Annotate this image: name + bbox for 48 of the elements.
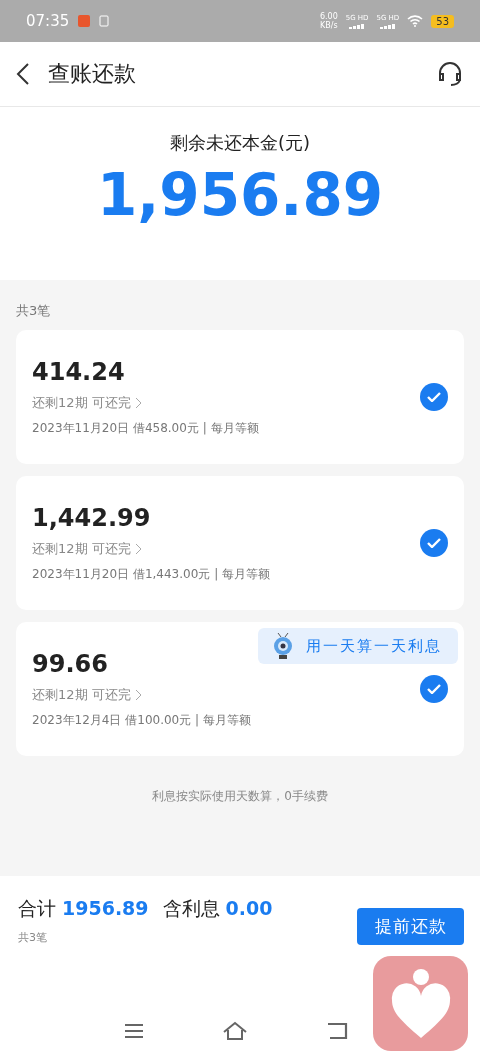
signal-icon — [379, 22, 396, 29]
wifi-icon — [407, 15, 424, 27]
loan-detail: 2023年11月20日 借458.00元 | 每月等额 — [32, 419, 260, 437]
remaining-link[interactable]: 还剩12期 可还完 — [32, 393, 143, 412]
checkmark-icon — [427, 538, 441, 548]
principal-amount: 1,956.89 — [96, 161, 384, 229]
battery-level: 53 — [431, 14, 454, 28]
loan-card[interactable]: 1,442.99 还剩12期 可还完 2023年11月20日 借1,443.00元 | 每月等额 — [16, 476, 464, 610]
interest-badge: 用一天算一天利息 — [258, 628, 458, 664]
heart-icon — [389, 967, 452, 1040]
back-icon[interactable] — [16, 62, 30, 86]
menu-icon[interactable] — [124, 1023, 144, 1039]
total-amount: 1956.89 — [62, 897, 149, 919]
headset-icon[interactable] — [436, 60, 464, 88]
footer-count: 共3笔 — [18, 930, 48, 945]
checkmark-icon — [427, 392, 441, 402]
chevron-right-icon — [134, 688, 143, 701]
network-speed: 6.00 KB/s — [319, 12, 338, 30]
loan-checkbox[interactable] — [420, 675, 448, 703]
chevron-right-icon — [134, 396, 143, 409]
loan-detail: 2023年12月4日 借100.00元 | 每月等额 — [32, 711, 252, 729]
loan-detail: 2023年11月20日 借1,443.00元 | 每月等额 — [32, 565, 271, 583]
notification-icon — [77, 14, 92, 28]
checkmark-icon — [427, 684, 441, 694]
robot-icon — [272, 632, 294, 660]
back-nav-icon[interactable] — [326, 1022, 348, 1040]
loan-count: 共3笔 — [16, 302, 52, 320]
loan-amount: 99.66 — [32, 649, 109, 678]
status-time: 07:35 — [26, 12, 70, 30]
interest-note: 利息按实际使用天数算，0手续费 — [151, 788, 329, 805]
loan-checkbox[interactable] — [420, 529, 448, 557]
loan-card[interactable]: 414.24 还剩12期 可还完 2023年11月20日 借458.00元 | 每月等额 — [16, 330, 464, 464]
home-icon[interactable] — [222, 1021, 248, 1041]
prepay-button[interactable]: 提前还款 — [357, 908, 464, 945]
interest-label: 含利息 — [162, 896, 220, 921]
signal-icon — [349, 22, 366, 29]
loan-amount: 1,442.99 — [32, 503, 152, 532]
loan-checkbox[interactable] — [420, 383, 448, 411]
remaining-link[interactable]: 还剩12期 可还完 — [32, 539, 143, 558]
page-title: 查账还款 — [48, 60, 137, 88]
total-label: 合计 — [18, 896, 56, 921]
interest-amount: 0.00 — [225, 897, 273, 919]
principal-label: 剩余未还本金(元) — [169, 131, 310, 155]
clipboard-icon — [99, 15, 110, 27]
chevron-right-icon — [134, 542, 143, 555]
remaining-link[interactable]: 还剩12期 可还完 — [32, 685, 143, 704]
loan-card[interactable]: 99.66 还剩12期 可还完 2023年12月4日 借100.00元 | 每月等额 用一天算一天利息 — [16, 622, 464, 756]
loan-amount: 414.24 — [32, 357, 126, 386]
